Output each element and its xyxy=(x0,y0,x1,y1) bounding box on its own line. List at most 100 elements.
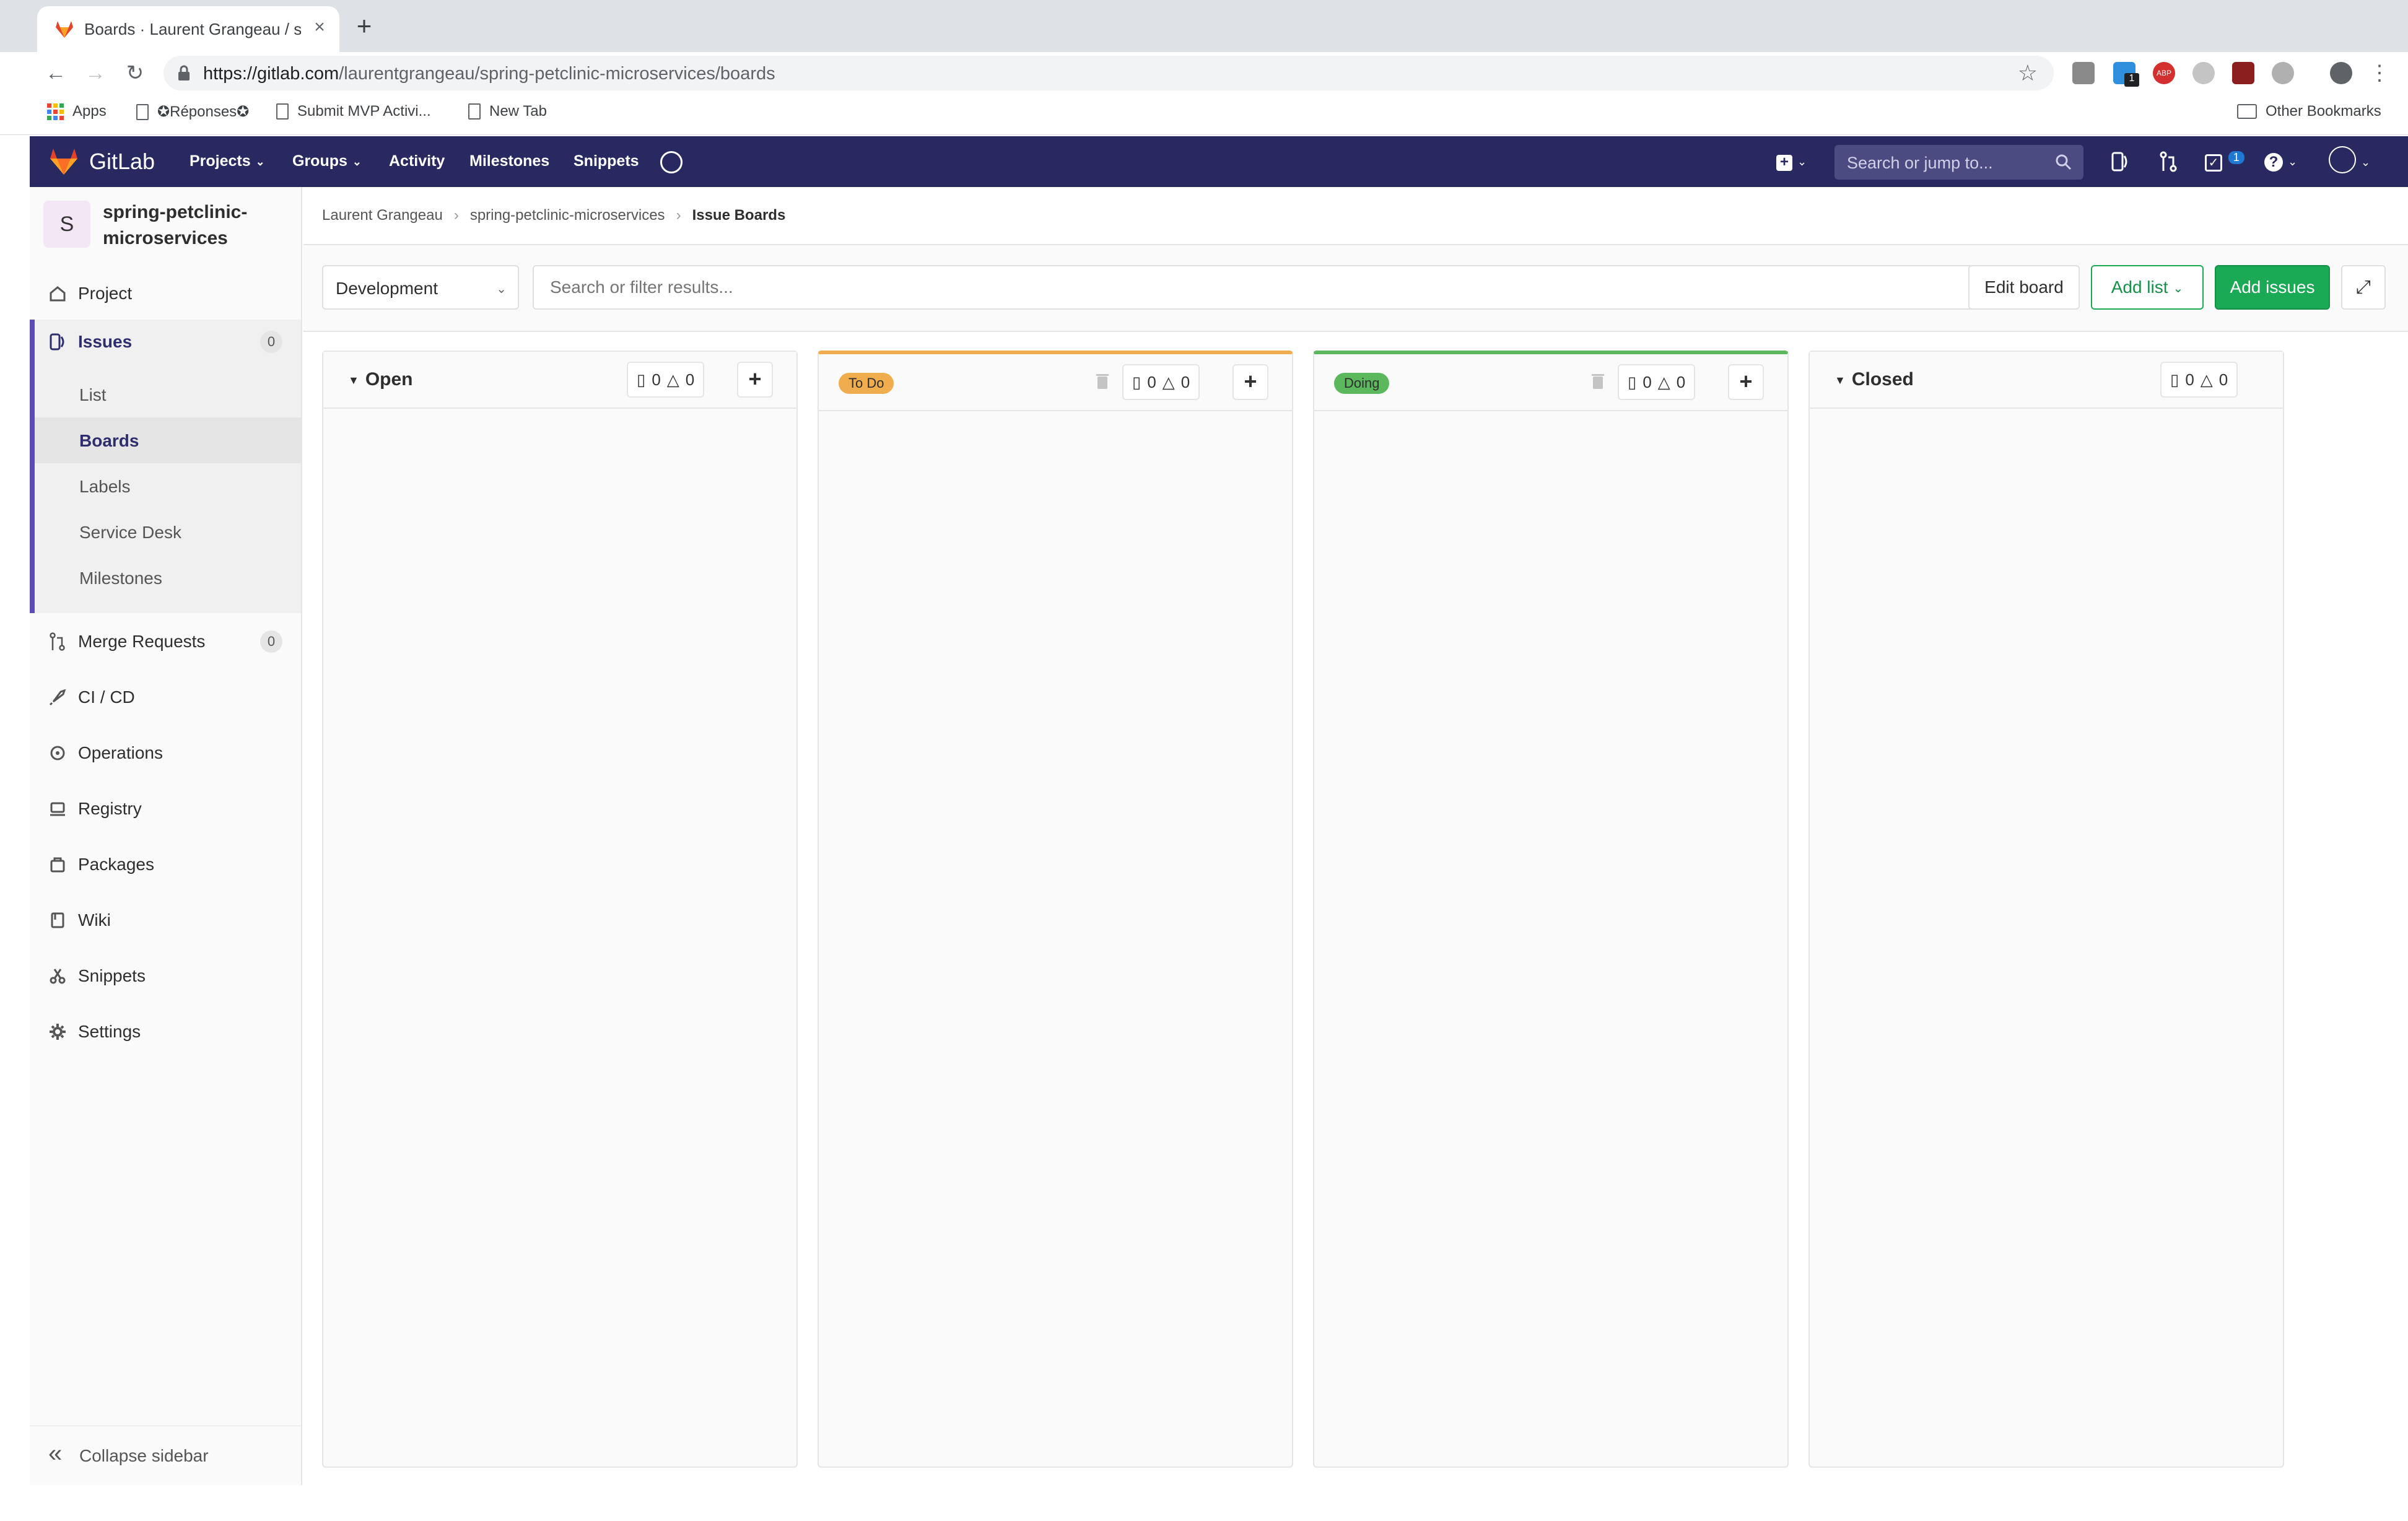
sidebar-item-snippets[interactable]: Snippets xyxy=(30,954,301,998)
new-item-dropdown[interactable]: + ⌄ xyxy=(1776,151,1807,173)
extension-circle-icon[interactable] xyxy=(2272,62,2294,84)
list-counts: ▯ 0 △ 0 xyxy=(1618,364,1696,400)
global-search[interactable]: Search or jump to... xyxy=(1834,145,2083,180)
browser-tab[interactable]: Boards · Laurent Grangeau / sp × xyxy=(37,6,339,52)
sidebar-item-wiki[interactable]: Wiki xyxy=(30,898,301,943)
sidebar-subitem-boards[interactable]: Boards xyxy=(35,417,301,463)
tab-close-icon[interactable]: × xyxy=(307,15,332,40)
gitlab-header: GitLab Projects ⌄ Groups ⌄ Activity Milest… xyxy=(30,136,2408,187)
address-bar[interactable]: https://gitlab.com/laurentgrangeau/sprin… xyxy=(164,56,2054,90)
issues-icon: ▯ xyxy=(2170,370,2179,389)
nav-milestones[interactable]: Milestones xyxy=(469,152,549,170)
sidebar-item-operations[interactable]: Operations xyxy=(30,731,301,775)
extension-cloud-icon[interactable] xyxy=(2192,62,2215,84)
trash-icon[interactable] xyxy=(1095,372,1110,390)
add-list-button[interactable]: Add list ⌄ xyxy=(2091,265,2204,310)
new-tab-button[interactable]: + xyxy=(351,13,378,41)
extension-shield-icon[interactable] xyxy=(2232,62,2254,84)
sidebar-subitem-service-desk[interactable]: Service Desk xyxy=(35,509,301,555)
new-issue-button[interactable]: + xyxy=(737,362,773,398)
project-name[interactable]: spring-petclinic-microservices xyxy=(103,199,289,251)
add-issues-button[interactable]: Add issues xyxy=(2215,265,2330,310)
nav-groups[interactable]: Groups ⌄ xyxy=(292,152,362,170)
breadcrumb-current[interactable]: Issue Boards xyxy=(692,207,786,224)
bookmark-star-icon[interactable]: ☆ xyxy=(2018,61,2038,85)
breadcrumb: Laurent Grangeau › spring-petclinic-micr… xyxy=(322,207,785,224)
new-issue-button[interactable]: + xyxy=(1232,364,1268,400)
list-counts: ▯ 0 △ 0 xyxy=(1122,364,1200,400)
adblock-icon[interactable]: ABP xyxy=(2153,62,2175,84)
gitlab-logo-icon[interactable] xyxy=(48,147,79,176)
bookmark-other[interactable]: Other Bookmarks xyxy=(2237,103,2381,120)
list-header: To Do ▯ 0 △ 0 + xyxy=(819,354,1292,411)
fullscreen-button[interactable]: ⤢ xyxy=(2341,265,2386,310)
chevron-down-icon: ⌄ xyxy=(1797,155,1807,168)
extension-lastpass-icon[interactable]: 1 xyxy=(2113,62,2139,87)
filter-search-input[interactable] xyxy=(533,265,1973,310)
back-icon[interactable]: ← xyxy=(41,58,71,88)
tab-title: Boards · Laurent Grangeau / sp xyxy=(84,20,301,38)
gitlab-wordmark[interactable]: GitLab xyxy=(89,149,155,175)
caret-down-icon[interactable]: ▼ xyxy=(348,374,359,387)
bookmark-label: Other Bookmarks xyxy=(2266,103,2381,120)
bookmark-reponses[interactable]: ✪Réponses✪ xyxy=(136,103,249,121)
profile-icon[interactable] xyxy=(2330,62,2352,84)
label-pill-doing[interactable]: Doing xyxy=(1334,373,1390,394)
sidebar-subitem-labels[interactable]: Labels xyxy=(35,463,301,509)
sidebar-subitem-milestones[interactable]: Milestones xyxy=(35,555,301,601)
avatar xyxy=(2329,146,2356,173)
label-pill-todo[interactable]: To Do xyxy=(839,373,894,394)
edit-board-button[interactable]: Edit board xyxy=(1968,265,2080,310)
merge-request-icon[interactable] xyxy=(2159,151,2178,172)
todos-button[interactable]: ✓ 1 xyxy=(2205,151,2244,173)
browser-menu-icon[interactable]: ⋮ xyxy=(2365,58,2394,88)
lock-icon xyxy=(178,65,190,81)
issue-count: 0 xyxy=(652,370,661,389)
reload-icon[interactable]: ↻ xyxy=(120,58,150,88)
user-menu-dropdown[interactable]: ⌄ xyxy=(2329,146,2370,173)
new-issue-button[interactable]: + xyxy=(1728,364,1764,400)
sidebar-item-project[interactable]: Project xyxy=(30,271,301,316)
breadcrumb-link-project[interactable]: spring-petclinic-microservices xyxy=(470,207,665,224)
list-header: ▼ Open ▯ 0 △ 0 + xyxy=(323,352,796,409)
list-title[interactable]: ▼ Open xyxy=(348,369,413,390)
board-selector[interactable]: Development ⌄ xyxy=(322,265,519,310)
bookmark-submit-mvp[interactable]: Submit MVP Activi... xyxy=(276,103,431,120)
subitem-label: Boards xyxy=(79,431,139,450)
apps-grid-icon xyxy=(47,103,64,120)
sidebar-item-ci-cd[interactable]: CI / CD xyxy=(30,675,301,720)
breadcrumb-link-user[interactable]: Laurent Grangeau xyxy=(322,207,443,224)
sidebar-item-packages[interactable]: Packages xyxy=(30,842,301,887)
browser-tab-strip: Boards · Laurent Grangeau / sp × + xyxy=(0,0,2408,52)
board-list-doing: Doing ▯ 0 △ 0 + xyxy=(1313,351,1789,1468)
sidebar-item-settings[interactable]: Settings xyxy=(30,1009,301,1054)
trash-icon[interactable] xyxy=(1590,372,1605,390)
weight-count: 0 xyxy=(1180,372,1190,391)
nav-snippets[interactable]: Snippets xyxy=(574,152,639,170)
bookmark-apps[interactable]: Apps xyxy=(47,103,107,120)
collapse-sidebar-button[interactable]: « Collapse sidebar xyxy=(30,1426,301,1485)
forward-icon[interactable]: → xyxy=(81,58,110,88)
help-dropdown[interactable]: ? ⌄ xyxy=(2264,151,2297,173)
folder-icon xyxy=(2237,104,2257,119)
sidebar-item-merge-requests[interactable]: Merge Requests 0 xyxy=(30,619,301,664)
sidebar-subitem-list[interactable]: List xyxy=(35,372,301,417)
performance-bar-icon[interactable] xyxy=(660,151,683,173)
project-avatar[interactable]: S xyxy=(43,201,90,248)
bookmark-new-tab[interactable]: New Tab xyxy=(468,103,547,120)
issues-icon[interactable] xyxy=(2111,151,2129,172)
sidebar-item-issues[interactable]: Issues 0 xyxy=(30,320,301,364)
list-header: Doing ▯ 0 △ 0 + xyxy=(1314,354,1787,411)
list-title[interactable]: ▼ Closed xyxy=(1834,369,1914,390)
gear-icon xyxy=(50,1024,66,1040)
nav-projects[interactable]: Projects ⌄ xyxy=(190,152,265,170)
nav-activity[interactable]: Activity xyxy=(389,152,445,170)
chevron-down-icon: ⌄ xyxy=(2173,281,2184,295)
page-icon xyxy=(276,103,289,120)
scissors-icon xyxy=(50,969,66,984)
extension-puzzle-icon[interactable] xyxy=(2072,62,2095,84)
caret-down-icon[interactable]: ▼ xyxy=(1834,374,1846,387)
weight-icon: △ xyxy=(666,370,679,389)
project-sidebar: S spring-petclinic-microservices Project… xyxy=(30,187,302,1485)
sidebar-item-registry[interactable]: Registry xyxy=(30,787,301,831)
